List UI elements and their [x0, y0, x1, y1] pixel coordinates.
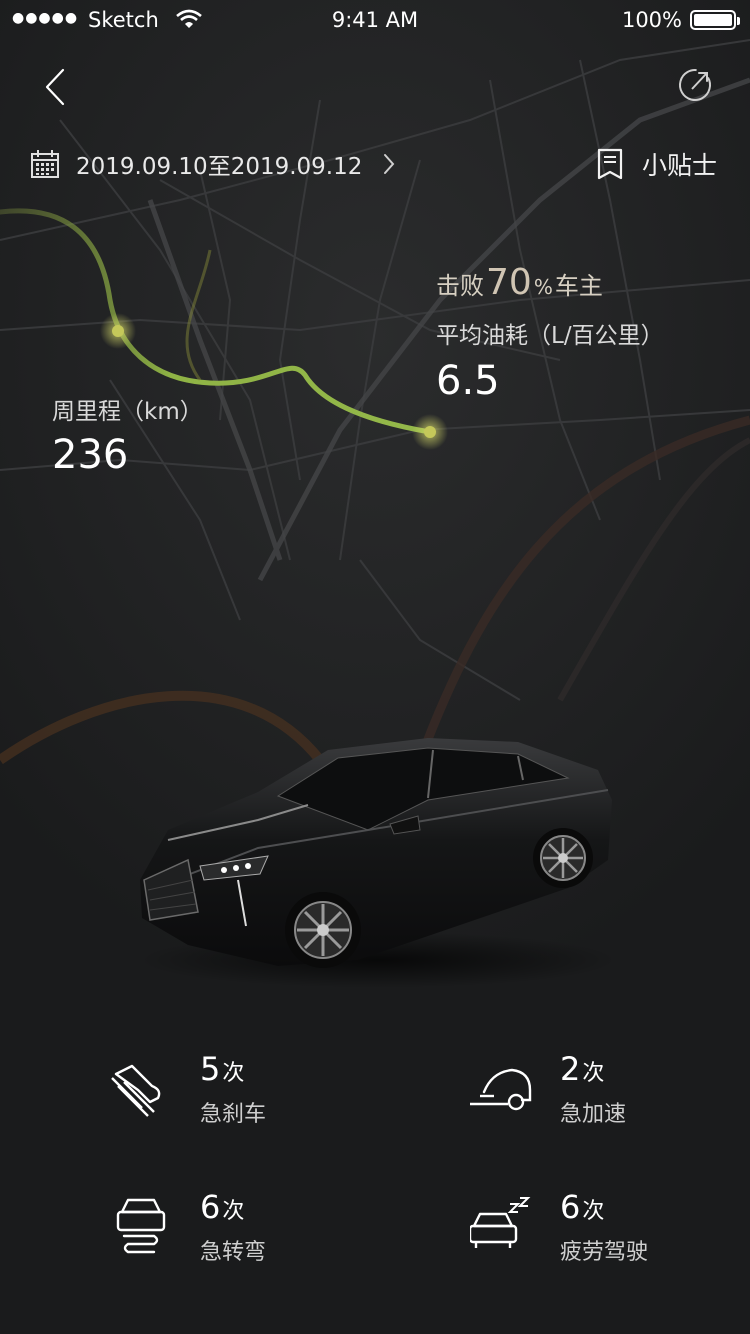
date-range-selector[interactable]: 2019.09.10至2019.09.12 — [30, 144, 398, 184]
ranking-text: 击败 70 % 车主 — [436, 262, 603, 303]
hard-brake-icon — [111, 1064, 161, 1117]
ranking-suffix: 车主 — [554, 272, 603, 300]
car-image — [138, 738, 618, 988]
tips-button[interactable]: 小贴士 — [596, 144, 717, 184]
fatigue-driving-label: 疲劳驾驶 — [560, 1240, 649, 1265]
weekly-mileage-label: 周里程（km） — [52, 399, 203, 425]
rapid-acceleration-count: 2 次 — [560, 1050, 604, 1088]
fatigue-driving-icon — [470, 1197, 531, 1248]
fatigue-driving-count-value: 6 — [560, 1188, 581, 1226]
battery-icon — [690, 10, 740, 30]
behavior-fatigue-driving[interactable]: 6 次 疲劳驾驶 — [470, 1188, 750, 1278]
hard-brake-label: 急刹车 — [200, 1102, 267, 1127]
battery-percent: 100% — [621, 8, 682, 32]
hard-brake-count-unit: 次 — [222, 1061, 245, 1086]
behavior-rapid-acceleration[interactable]: 2 次 急加速 — [470, 1050, 750, 1140]
sharp-turn-count: 6 次 — [200, 1188, 244, 1226]
chevron-left-icon[interactable] — [30, 62, 80, 112]
sharp-turn-label: 急转弯 — [200, 1240, 267, 1265]
hard-brake-count: 5 次 — [200, 1050, 244, 1088]
hard-brake-count-value: 5 — [200, 1050, 221, 1088]
sharp-turn-count-value: 6 — [200, 1188, 221, 1226]
sharp-turn-count-unit: 次 — [222, 1199, 245, 1224]
sharp-turn-icon — [116, 1198, 166, 1254]
fuel-consumption-value: 6.5 — [436, 358, 500, 404]
ranking-percent: 70 — [486, 262, 532, 303]
document-icon — [597, 148, 623, 180]
refresh-icon[interactable] — [672, 62, 718, 108]
ranking-percent-sign: % — [533, 275, 553, 299]
fatigue-driving-count-unit: 次 — [582, 1199, 605, 1224]
rapid-acceleration-label: 急加速 — [560, 1102, 627, 1127]
ranking-prefix: 击败 — [436, 272, 484, 300]
fuel-consumption-label: 平均油耗（L/百公里） — [436, 323, 664, 349]
behavior-hard-brake[interactable]: 5 次 急刹车 — [110, 1050, 410, 1140]
rapid-acceleration-count-value: 2 — [560, 1050, 581, 1088]
weekly-mileage-value: 236 — [52, 432, 129, 478]
tips-label: 小贴士 — [642, 151, 718, 180]
behavior-sharp-turn[interactable]: 6 次 急转弯 — [110, 1188, 410, 1278]
fatigue-driving-count: 6 次 — [560, 1188, 604, 1226]
rapid-acceleration-icon — [470, 1068, 532, 1111]
chevron-right-icon — [384, 154, 395, 174]
calendar-icon — [31, 150, 59, 178]
date-range-text: 2019.09.10至2019.09.12 — [76, 154, 363, 180]
status-bar: ●●●●● Sketch 9:41 AM 100% — [0, 0, 750, 40]
rapid-acceleration-count-unit: 次 — [582, 1061, 605, 1086]
